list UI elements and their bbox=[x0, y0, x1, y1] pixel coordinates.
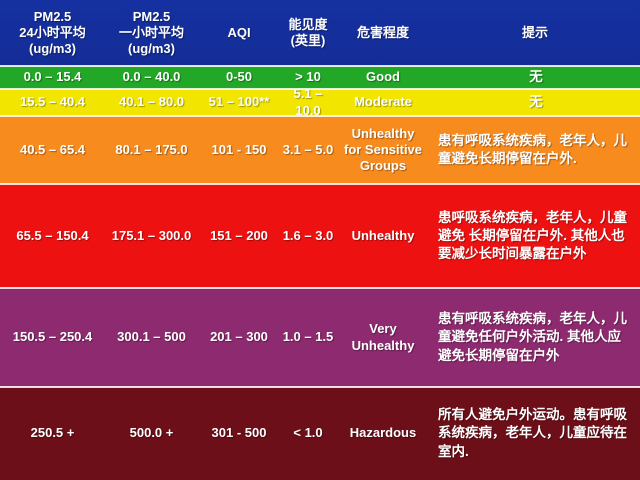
tip-text: 无 bbox=[529, 94, 543, 110]
row-divider bbox=[0, 183, 640, 185]
row-divider bbox=[0, 115, 640, 117]
header-pm25-1h: PM2.5 一小时平均 (ug/m3) bbox=[118, 8, 184, 57]
tip-text: 患呼吸系统疾病，老年人，儿童避免 长期停留在户外. 其他人也要减少长时间暴露在户… bbox=[438, 209, 627, 262]
visibility-value: 3.1 – 5.0 bbox=[282, 141, 334, 157]
row-divider bbox=[0, 386, 640, 388]
tip-text: 患有呼吸系统疾病，老年人，儿童避免长期停留在户外. bbox=[438, 132, 627, 166]
pm25-1h-value: 500.0 + bbox=[129, 425, 174, 441]
visibility-value: 1.0 – 1.5 bbox=[282, 329, 334, 345]
pm25-1h-value: 80.1 – 175.0 bbox=[115, 141, 188, 157]
table-row: 40.5 – 65.4 80.1 – 175.0 101 - 150 3.1 –… bbox=[0, 116, 640, 184]
pm25-24h-value: 65.5 – 150.4 bbox=[16, 227, 89, 243]
visibility-value: 5.1 – 10.0 bbox=[293, 86, 323, 118]
pm25-24h-value: 150.5 – 250.4 bbox=[12, 329, 93, 345]
hazard-level: Hazardous bbox=[349, 425, 417, 441]
header-hazard-level: 危害程度 bbox=[356, 24, 409, 40]
aqi-table: PM2.5 24小时平均 (ug/m3) PM2.5 一小时平均 (ug/m3)… bbox=[0, 0, 640, 480]
tip-text: 所有人避免户外运动。患有呼吸系统疾病，老年人，儿童应待在室内. bbox=[438, 407, 627, 459]
visibility-value: 1.6 – 3.0 bbox=[282, 227, 334, 243]
table-header: PM2.5 24小时平均 (ug/m3) PM2.5 一小时平均 (ug/m3)… bbox=[0, 0, 640, 66]
aqi-value: 301 - 500 bbox=[211, 425, 267, 441]
pm25-24h-value: 40.5 – 65.4 bbox=[19, 141, 86, 157]
tip-text: 患有呼吸系统疾病，老年人，儿童避免任何户外活动. 其他人应避免长期停留在户外 bbox=[438, 311, 627, 363]
aqi-value: 151 – 200 bbox=[210, 227, 268, 243]
pm25-1h-value: 40.1 – 80.0 bbox=[118, 94, 185, 110]
aqi-value: 101 - 150 bbox=[211, 141, 267, 157]
pm25-24h-value: 0.0 – 15.4 bbox=[23, 69, 82, 85]
row-divider bbox=[0, 287, 640, 289]
row-divider bbox=[0, 65, 640, 67]
header-visibility: 能见度 (英里) bbox=[288, 16, 328, 48]
hazard-level: Unhealthy for Sensitive Groups bbox=[343, 125, 423, 174]
table-row: 250.5 + 500.0 + 301 - 500 < 1.0 Hazardou… bbox=[0, 387, 640, 480]
hazard-level: Very Unhealthy bbox=[351, 321, 415, 353]
table-row: 65.5 – 150.4 175.1 – 300.0 151 – 200 1.6… bbox=[0, 184, 640, 288]
hazard-level: Moderate bbox=[354, 94, 412, 110]
header-tips: 提示 bbox=[521, 24, 548, 40]
header-pm25-24h: PM2.5 24小时平均 (ug/m3) bbox=[19, 8, 86, 57]
tip-text: 无 bbox=[529, 69, 543, 85]
table-row: 150.5 – 250.4 300.1 – 500 201 – 300 1.0 … bbox=[0, 288, 640, 387]
visibility-value: < 1.0 bbox=[293, 425, 323, 441]
hazard-level: Good bbox=[366, 69, 400, 85]
aqi-value: 51 – 100** bbox=[208, 94, 270, 110]
table-row: 15.5 – 40.4 40.1 – 80.0 51 – 100** 5.1 –… bbox=[0, 86, 640, 118]
pm25-24h-value: 15.5 – 40.4 bbox=[19, 94, 86, 110]
pm25-1h-value: 300.1 – 500 bbox=[117, 329, 186, 345]
hazard-level: Unhealthy bbox=[351, 227, 415, 243]
pm25-1h-value: 175.1 – 300.0 bbox=[111, 227, 192, 243]
aqi-value: 201 – 300 bbox=[210, 329, 268, 345]
pm25-24h-value: 250.5 + bbox=[30, 425, 75, 441]
row-divider bbox=[0, 88, 640, 90]
aqi-value: 0-50 bbox=[225, 69, 253, 85]
header-aqi: AQI bbox=[227, 24, 251, 40]
pm25-1h-value: 0.0 – 40.0 bbox=[122, 69, 181, 85]
